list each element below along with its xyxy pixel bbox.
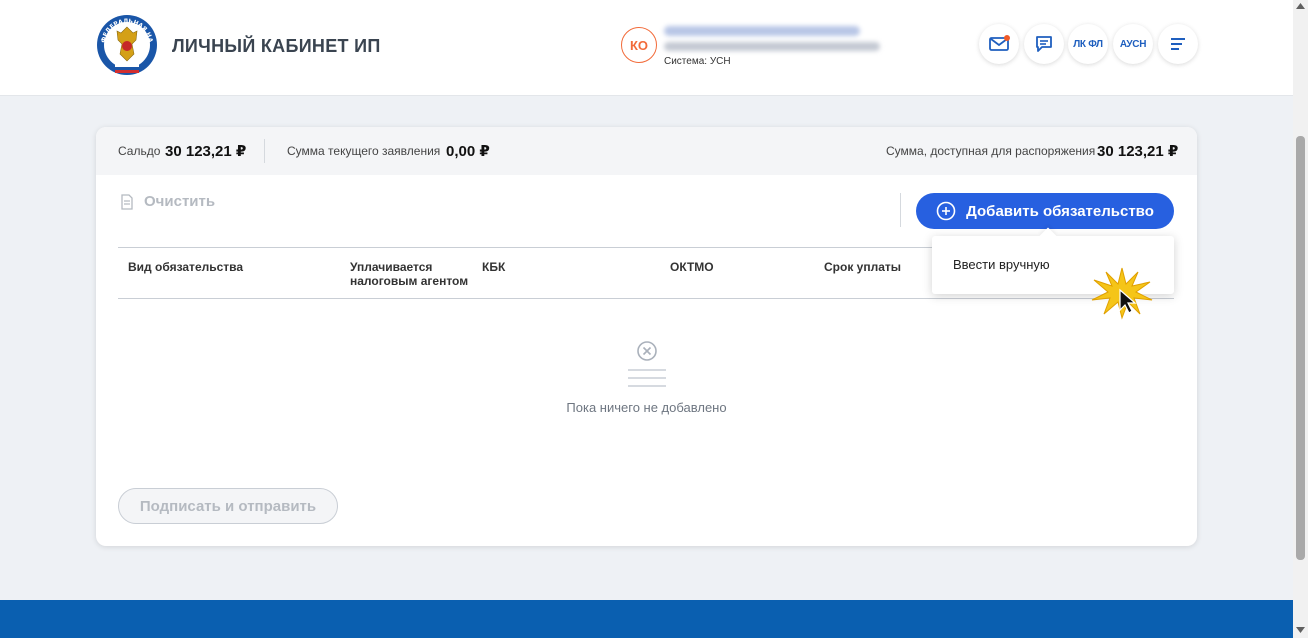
mail-button[interactable] [979, 24, 1019, 64]
column-oktmo: ОКТМО [670, 260, 714, 274]
chat-button[interactable] [1024, 24, 1064, 64]
page-scrollbar[interactable] [1293, 0, 1308, 638]
clear-button[interactable]: Очистить [120, 193, 215, 210]
scroll-down-arrow-icon[interactable] [1296, 627, 1305, 633]
tax-system-label: Система: УСН [664, 56, 731, 67]
empty-list-icon [628, 341, 666, 387]
current-sum-label: Сумма текущего заявления [287, 144, 441, 158]
page-footer [0, 600, 1293, 638]
available-sum-value: 30 123,21 ₽ [1097, 143, 1179, 160]
summary-divider [264, 139, 265, 163]
hamburger-icon [1171, 38, 1185, 50]
user-inn-redacted [664, 42, 880, 51]
notification-dot [1004, 35, 1010, 41]
saldo-value: 30 123,21 ₽ [165, 143, 247, 160]
app-header: ФЕДЕРАЛЬНАЯ НАЛОГОВАЯ СЛУЖБА ЛИЧНЫЙ КАБИ… [0, 0, 1293, 96]
user-name-redacted [664, 26, 860, 36]
add-obligation-label: Добавить обязательство [966, 202, 1154, 220]
column-tax-agent: Уплачивается налоговым агентом [350, 260, 469, 288]
saldo-label: Сальдо [118, 144, 161, 158]
toolbar-divider [900, 193, 901, 227]
clear-label: Очистить [144, 193, 216, 210]
column-obligation-type: Вид обязательства [128, 260, 244, 274]
add-obligation-button[interactable]: Добавить обязательство [916, 193, 1174, 229]
column-kbk: КБК [482, 260, 506, 274]
available-sum-label: Сумма, доступная для распоряжения [886, 144, 1096, 158]
menu-button[interactable] [1158, 24, 1198, 64]
column-due-date: Срок уплаты [824, 260, 902, 274]
scroll-up-arrow-icon[interactable] [1296, 3, 1305, 9]
sign-and-send-button[interactable]: Подписать и отправить [118, 488, 338, 524]
dropdown-item-manual-entry[interactable]: Ввести вручную [953, 257, 1050, 272]
ausn-button[interactable]: АУСН [1113, 24, 1153, 64]
clear-doc-icon [121, 193, 133, 210]
app-title: ЛИЧНЫЙ КАБИНЕТ ИП [172, 36, 381, 56]
user-avatar[interactable]: КО [621, 27, 657, 63]
current-sum-value: 0,00 ₽ [446, 143, 490, 160]
plus-circle-icon [936, 201, 956, 221]
balance-summary: Сальдо 30 123,21 ₽ Сумма текущего заявле… [96, 127, 1197, 175]
obligations-card: Сальдо 30 123,21 ₽ Сумма текущего заявле… [96, 127, 1197, 546]
fns-logo[interactable]: ФЕДЕРАЛЬНАЯ НАЛОГОВАЯ СЛУЖБА [96, 14, 158, 76]
scroll-thumb[interactable] [1296, 136, 1305, 560]
empty-state-text: Пока ничего не добавлено [566, 400, 727, 415]
click-highlight-icon [1091, 267, 1153, 320]
lk-fl-button[interactable]: ЛК ФЛ [1068, 24, 1108, 64]
chat-icon [1036, 36, 1052, 52]
